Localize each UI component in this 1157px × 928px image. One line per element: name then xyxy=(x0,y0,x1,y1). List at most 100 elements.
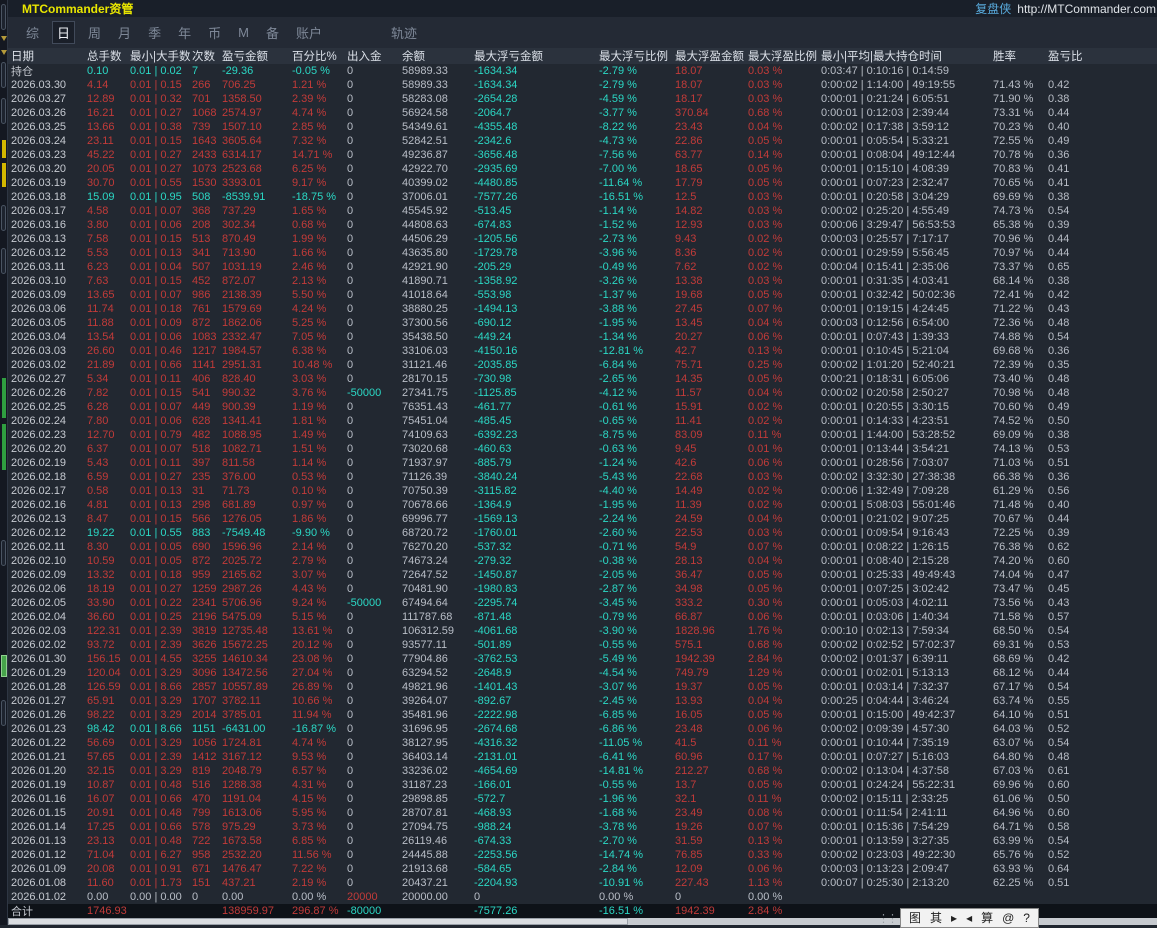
collapse-arrow-icon[interactable] xyxy=(1,36,7,41)
column-header-balance[interactable]: 余额 xyxy=(399,48,471,64)
table-row[interactable]: 2026.02.138.470.01 | 0.155661276.051.86 … xyxy=(8,512,1157,526)
left-strip-handle[interactable] xyxy=(1,62,6,88)
column-header-date[interactable]: 日期 xyxy=(8,48,84,64)
table-row[interactable]: 2026.03.107.630.01 | 0.15452872.072.13 %… xyxy=(8,274,1157,288)
column-header-min-max-lots[interactable]: 最小|大手数 xyxy=(127,48,189,64)
column-header-holding-time[interactable]: 最小|平均|最大持仓时间 xyxy=(818,48,990,64)
left-strip-thumbnail[interactable] xyxy=(1,655,7,677)
column-header-max-float-profit[interactable]: 最大浮盈金额 xyxy=(672,48,745,64)
column-header-max-float-loss[interactable]: 最大浮亏金额 xyxy=(471,48,596,64)
table-row[interactable]: 2026.02.170.580.01 | 0.133171.730.10 %07… xyxy=(8,484,1157,498)
brand-name[interactable]: 复盘侠 xyxy=(975,0,1011,17)
tab-track[interactable]: 轨迹 xyxy=(387,22,421,43)
table-row[interactable]: 2026.03.0611.740.01 | 0.187611579.694.24… xyxy=(8,302,1157,316)
table-row[interactable]: 2026.01.0920.080.01 | 0.916711476.477.22… xyxy=(8,862,1157,876)
table-row[interactable]: 2026.03.116.230.01 | 0.045071031.192.46 … xyxy=(8,260,1157,274)
forward-icon[interactable]: ▸ xyxy=(951,912,957,924)
table-row[interactable]: 持仓0.100.01 | 0.027-29.36-0.05 %058989.33… xyxy=(8,64,1157,78)
table-row[interactable]: 2026.01.1520.910.01 | 0.487991613.065.95… xyxy=(8,806,1157,820)
table-row[interactable]: 2026.01.0811.600.01 | 1.73151437.212.19 … xyxy=(8,876,1157,890)
column-header-pnl[interactable]: 盈亏金额 xyxy=(219,48,289,64)
table-row[interactable]: 2026.01.29120.040.01 | 3.29309613472.562… xyxy=(8,666,1157,680)
back-icon[interactable]: ◂ xyxy=(966,912,972,924)
table-row[interactable]: 2026.01.1323.130.01 | 0.487221673.586.85… xyxy=(8,834,1157,848)
tab-backup[interactable]: 备 xyxy=(262,22,283,43)
left-panel-splitter[interactable] xyxy=(0,0,8,925)
column-header-percent[interactable]: 百分比% xyxy=(289,48,344,64)
table-row[interactable]: 2026.03.137.580.01 | 0.15513870.491.99 %… xyxy=(8,232,1157,246)
column-header-pnl-ratio[interactable]: 盈亏比 xyxy=(1045,48,1100,64)
table-row[interactable]: 2026.02.267.820.01 | 0.15541990.323.76 %… xyxy=(8,386,1157,400)
tab-year[interactable]: 年 xyxy=(174,22,195,43)
table-row[interactable]: 2026.01.2698.220.01 | 3.2920143785.0111.… xyxy=(8,708,1157,722)
table-row[interactable]: 2026.03.2423.110.01 | 0.1516433605.647.3… xyxy=(8,134,1157,148)
horizontal-scrollbar-thumb[interactable] xyxy=(8,918,628,925)
column-header-win-rate[interactable]: 胜率 xyxy=(990,48,1045,64)
brand-url-link[interactable]: http://MTCommander.com xyxy=(1017,2,1156,16)
table-row[interactable]: 2026.03.304.140.01 | 0.15266706.251.21 %… xyxy=(8,78,1157,92)
chart-icon[interactable]: 图 xyxy=(909,912,921,924)
table-row[interactable]: 2026.02.206.370.01 | 0.075181082.711.51 … xyxy=(8,442,1157,456)
left-strip-handle[interactable] xyxy=(1,205,6,231)
left-strip-handle[interactable] xyxy=(1,98,6,124)
table-row[interactable]: 2026.02.03122.310.01 | 2.39381912735.481… xyxy=(8,624,1157,638)
table-row[interactable]: 2026.01.2765.910.01 | 3.2917073782.1110.… xyxy=(8,694,1157,708)
table-row[interactable]: 2026.03.2616.210.01 | 0.2710682574.974.7… xyxy=(8,106,1157,120)
table-row[interactable]: 2026.03.2345.220.01 | 0.2724336314.1714.… xyxy=(8,148,1157,162)
table-row[interactable]: 2026.03.2020.050.01 | 0.2710732523.686.2… xyxy=(8,162,1157,176)
table-row[interactable]: 2026.03.174.580.01 | 0.07368737.291.65 %… xyxy=(8,204,1157,218)
table-row[interactable]: 2026.02.0913.320.01 | 0.189592165.623.07… xyxy=(8,568,1157,582)
table-row[interactable]: 2026.01.2032.150.01 | 3.298192048.796.57… xyxy=(8,764,1157,778)
left-strip-handle[interactable] xyxy=(1,700,6,726)
table-row[interactable]: 2026.01.1910.870.01 | 0.485161288.384.31… xyxy=(8,778,1157,792)
table-row[interactable]: 2026.03.1815.090.01 | 0.95508-8539.91-18… xyxy=(8,190,1157,204)
column-header-max-float-loss-pct[interactable]: 最大浮亏比例 xyxy=(596,48,672,64)
table-row[interactable]: 2026.03.0326.600.01 | 0.4612171984.576.3… xyxy=(8,344,1157,358)
table-row[interactable]: 2026.03.2712.890.01 | 0.327011358.502.39… xyxy=(8,92,1157,106)
table-row[interactable]: 2026.02.0293.720.01 | 2.39362615672.2520… xyxy=(8,638,1157,652)
table-row[interactable]: 2026.02.195.430.01 | 0.11397811.581.14 %… xyxy=(8,456,1157,470)
table-row[interactable]: 2026.03.1930.700.01 | 0.5515303393.019.1… xyxy=(8,176,1157,190)
table-row[interactable]: 2026.01.1271.040.01 | 6.279582532.2011.5… xyxy=(8,848,1157,862)
column-header-max-float-profit-pct[interactable]: 最大浮盈比例 xyxy=(745,48,818,64)
tab-day[interactable]: 日 xyxy=(52,21,75,44)
toolbar-grip-icon[interactable]: ⋮⋮ xyxy=(878,912,896,925)
table-row[interactable]: 2026.03.125.530.01 | 0.13341713.901.66 %… xyxy=(8,246,1157,260)
menu-icon[interactable]: 其 xyxy=(930,912,942,924)
table-row[interactable]: 2026.03.2513.660.01 | 0.387391507.102.85… xyxy=(8,120,1157,134)
column-header-cash-flow[interactable]: 出入金 xyxy=(344,48,399,64)
tab-week[interactable]: 周 xyxy=(84,22,105,43)
table-row[interactable]: 2026.02.247.800.01 | 0.066281341.411.81 … xyxy=(8,414,1157,428)
table-row[interactable]: 2026.03.0913.650.01 | 0.079862138.395.50… xyxy=(8,288,1157,302)
tab-account[interactable]: 账户 xyxy=(292,22,326,43)
collapse-arrow-icon[interactable] xyxy=(1,50,7,55)
tab-month[interactable]: 月 xyxy=(114,22,135,43)
table-row[interactable]: 2026.03.163.800.01 | 0.06208302.340.68 %… xyxy=(8,218,1157,232)
table-row[interactable]: 2026.03.0413.540.01 | 0.0610832332.477.0… xyxy=(8,330,1157,344)
table-row[interactable]: 2026.02.275.340.01 | 0.11406828.403.03 %… xyxy=(8,372,1157,386)
column-header-total-lots[interactable]: 总手数 xyxy=(84,48,127,64)
table-row[interactable]: 2026.01.30156.150.01 | 4.55325514610.342… xyxy=(8,652,1157,666)
left-strip-handle[interactable] xyxy=(1,248,6,274)
table-row[interactable]: 2026.01.2398.420.01 | 8.661151-6431.00-1… xyxy=(8,722,1157,736)
table-row[interactable]: 2026.01.020.000.00 | 0.0000.000.00 %2000… xyxy=(8,890,1157,904)
table-row[interactable]: 2026.03.0511.880.01 | 0.098721862.065.25… xyxy=(8,316,1157,330)
left-strip-handle[interactable] xyxy=(1,4,6,30)
tab-summary[interactable]: 综 xyxy=(22,22,43,43)
table-row[interactable]: 2026.02.0436.600.01 | 0.2521965475.095.1… xyxy=(8,610,1157,624)
table-row[interactable]: 2026.02.1219.220.01 | 0.55883-7549.48-9.… xyxy=(8,526,1157,540)
tab-quarter[interactable]: 季 xyxy=(144,22,165,43)
left-strip-handle[interactable] xyxy=(1,540,6,566)
table-row[interactable]: 2026.01.28126.590.01 | 8.66285710557.892… xyxy=(8,680,1157,694)
table-row[interactable]: 2026.02.2312.700.01 | 0.794821088.951.49… xyxy=(8,428,1157,442)
table-row[interactable]: 2026.02.186.590.01 | 0.27235376.000.53 %… xyxy=(8,470,1157,484)
table-row[interactable]: 2026.02.256.280.01 | 0.07449900.391.19 %… xyxy=(8,400,1157,414)
calc-icon[interactable]: 算 xyxy=(981,912,993,924)
table-row[interactable]: 2026.02.0618.190.01 | 0.2712592987.264.4… xyxy=(8,582,1157,596)
table-row[interactable]: 2026.02.118.300.01 | 0.056901596.962.14 … xyxy=(8,540,1157,554)
table-row[interactable]: 2026.02.164.810.01 | 0.13298681.890.97 %… xyxy=(8,498,1157,512)
table-row[interactable]: 2026.01.1616.070.01 | 0.664701191.044.15… xyxy=(8,792,1157,806)
column-header-count[interactable]: 次数 xyxy=(189,48,219,64)
table-row[interactable]: 2026.01.2256.690.01 | 3.2910561724.814.7… xyxy=(8,736,1157,750)
help-icon[interactable]: ? xyxy=(1023,912,1030,924)
